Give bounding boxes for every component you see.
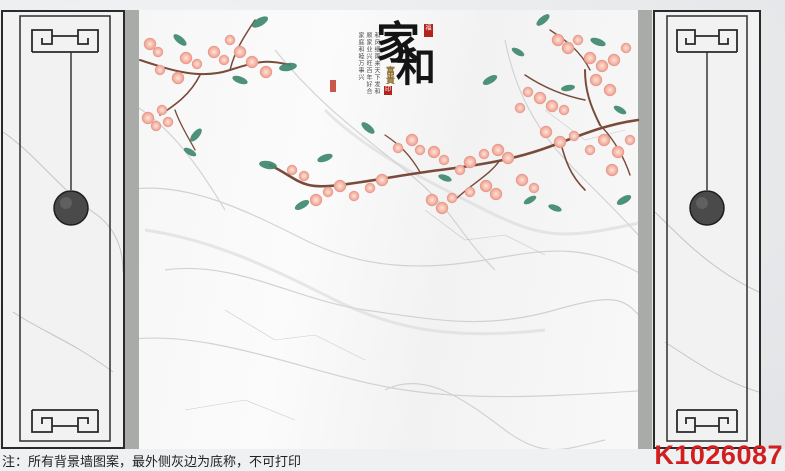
footer-note: 注：所有背景墙图案，最外侧灰边为底称，不可打印 xyxy=(2,455,302,470)
calligraphy-title: 家 和 xyxy=(376,22,436,88)
product-code: K1026087 xyxy=(654,440,783,470)
seal-stamp-top: 福 xyxy=(424,24,433,37)
title-char-2: 和 xyxy=(396,44,436,91)
calligraphy-subtitle: 富貴 xyxy=(384,66,394,84)
seal-stamp-bottom: 印 xyxy=(384,86,392,95)
poem-text: 和风细雨来天下发和顺家业兴旺百年好合家庭和睦万事兴 xyxy=(357,32,380,95)
mural-canvas: 家 和 和风细雨来天下发和顺家业兴旺百年好合家庭和睦万事兴 富貴 福 印 注：所… xyxy=(0,0,785,471)
seal-stamp-side xyxy=(330,80,336,92)
